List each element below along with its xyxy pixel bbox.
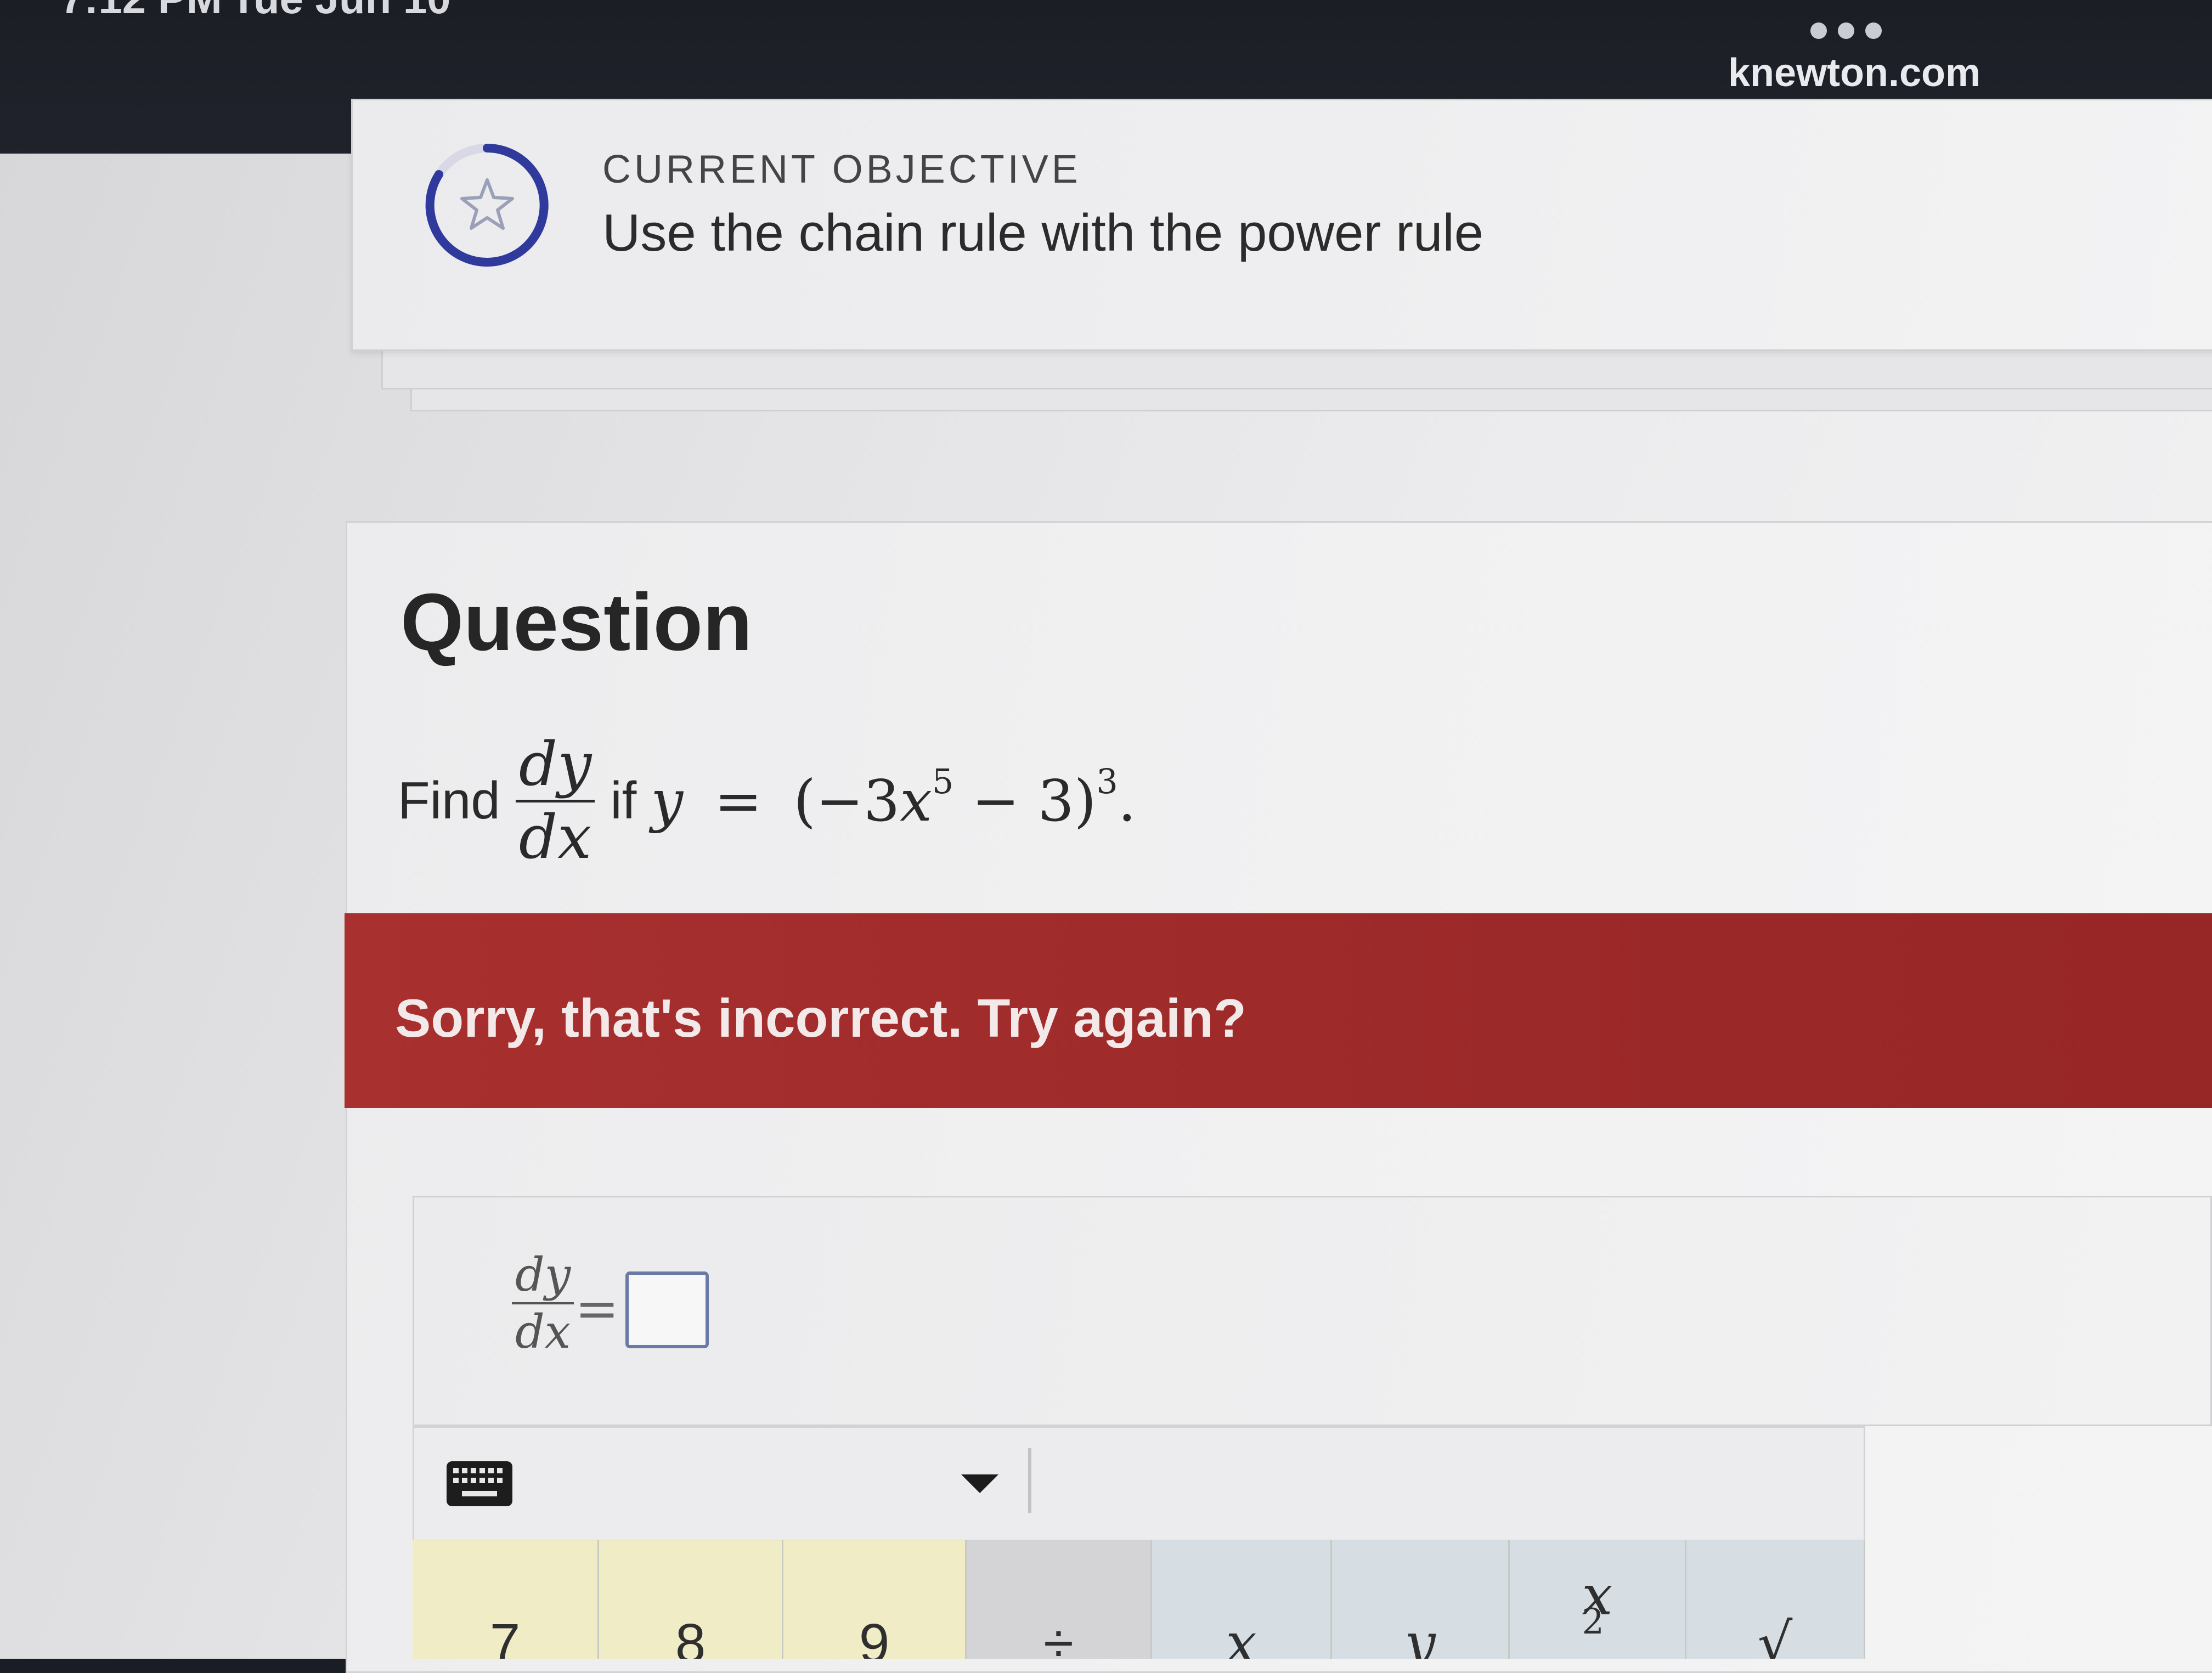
keyboard-icon[interactable] [445,1460,514,1507]
objective-title: Use the chain rule with the power rule [602,204,1484,262]
key-8[interactable]: 8 [599,1540,783,1659]
function-expression: y = (−3x5 − 3)3. [651,765,1136,835]
chevron-down-icon[interactable] [961,1474,998,1493]
answer-equals: = [575,1278,619,1339]
key-y[interactable]: y [1332,1540,1510,1659]
answer-fraction-denominator: dx [515,1305,571,1359]
expr-x: x [900,767,932,834]
status-date: Tue Jun 10 [230,0,451,24]
answer-derivative-fraction: dy dx [512,1251,574,1356]
expr-exponent-5: 5 [932,761,954,801]
keypad-toolbar [413,1426,1865,1541]
answer-input[interactable] [625,1271,709,1348]
feedback-text: Sorry, that's incorrect. Try again? [395,988,1246,1048]
question-prompt: Find dy dx if y = (−3x5 − 3)3. [398,719,1136,883]
url-label[interactable]: knewton.com [1728,50,1980,95]
objective-progress-ring [425,144,549,267]
star-icon [460,178,514,230]
prompt-prefix: Find [398,771,500,830]
derivative-fraction: dy dx [515,729,595,872]
question-heading: Question [400,577,753,668]
more-options-icon[interactable] [1810,22,1882,39]
answer-fraction-numerator: dy [515,1248,571,1302]
expr-exponent-3: 3 [1096,761,1118,801]
expr-equals: = [714,767,763,834]
key-x-squared[interactable]: x2 [1510,1540,1686,1659]
expr-y: y [651,767,684,834]
square-root-icon: √ [1757,1611,1793,1659]
expr-minus-3: − 3) [953,767,1097,834]
key-9[interactable]: 9 [783,1540,967,1659]
key-7[interactable]: 7 [413,1540,599,1659]
key-square-root[interactable]: √ [1686,1540,1865,1659]
prompt-if: if [610,771,637,830]
expr-period: . [1118,767,1136,834]
status-time: 7:12 PM [60,0,222,24]
fraction-denominator: dx [518,801,592,872]
key-divide[interactable]: ÷ [967,1540,1152,1659]
expr-open: (−3 [793,767,900,834]
key-x[interactable]: x [1152,1540,1332,1659]
toolbar-divider [1028,1448,1031,1513]
objective-eyebrow: CURRENT OBJECTIVE [602,148,1081,191]
fraction-numerator: dy [518,729,592,799]
